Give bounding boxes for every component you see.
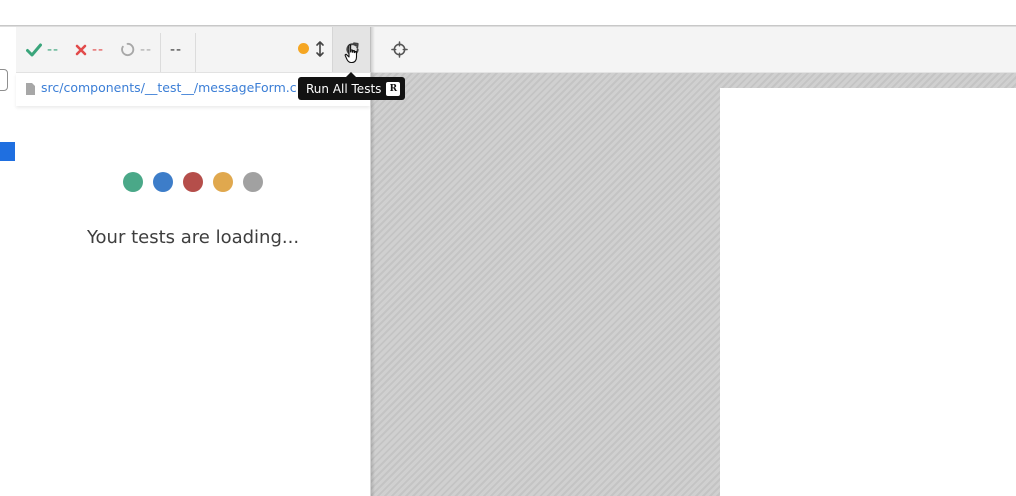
loading-message: Your tests are loading... bbox=[86, 227, 300, 248]
stats-separator bbox=[160, 33, 161, 72]
browser-top-strip bbox=[0, 0, 1016, 25]
arrows-vertical-icon[interactable] bbox=[315, 40, 325, 58]
loading-dot bbox=[183, 172, 203, 192]
pending-stat: -- bbox=[120, 27, 152, 72]
circle-notch-icon bbox=[121, 42, 135, 57]
active-spec-indicator[interactable] bbox=[0, 142, 15, 161]
passed-count: -- bbox=[47, 41, 60, 58]
hand-pointer-icon bbox=[344, 44, 358, 64]
spec-list-edge bbox=[0, 27, 17, 496]
loading-dot bbox=[243, 172, 263, 192]
running-indicator bbox=[298, 43, 309, 54]
check-icon bbox=[26, 43, 42, 56]
app-under-test-iframe[interactable] bbox=[720, 88, 1016, 496]
run-all-tests-tooltip: Run All Tests R bbox=[298, 72, 406, 100]
keyboard-shortcut-badge: R bbox=[386, 81, 401, 96]
passed-stat: -- bbox=[26, 27, 59, 72]
tooltip-label: Run All Tests bbox=[306, 81, 382, 96]
file-icon bbox=[26, 83, 35, 95]
runner-header bbox=[371, 27, 1016, 73]
loading-dot bbox=[213, 172, 233, 192]
stats-bar: -- -- -- -- bbox=[16, 27, 371, 73]
spec-path-link[interactable]: src/components/__test__/messageForm.cy.t bbox=[41, 80, 296, 95]
failed-stat: -- bbox=[75, 27, 104, 72]
loading-dot bbox=[123, 172, 143, 192]
pending-count: -- bbox=[140, 41, 153, 58]
x-icon bbox=[75, 44, 87, 55]
failed-count: -- bbox=[92, 41, 105, 58]
loading-dots bbox=[16, 172, 370, 194]
spec-search-input-edge[interactable] bbox=[0, 69, 8, 91]
stats-separator bbox=[195, 33, 196, 72]
duration: -- bbox=[170, 41, 183, 58]
crosshairs-icon[interactable] bbox=[391, 41, 408, 58]
loading-dot bbox=[153, 172, 173, 192]
